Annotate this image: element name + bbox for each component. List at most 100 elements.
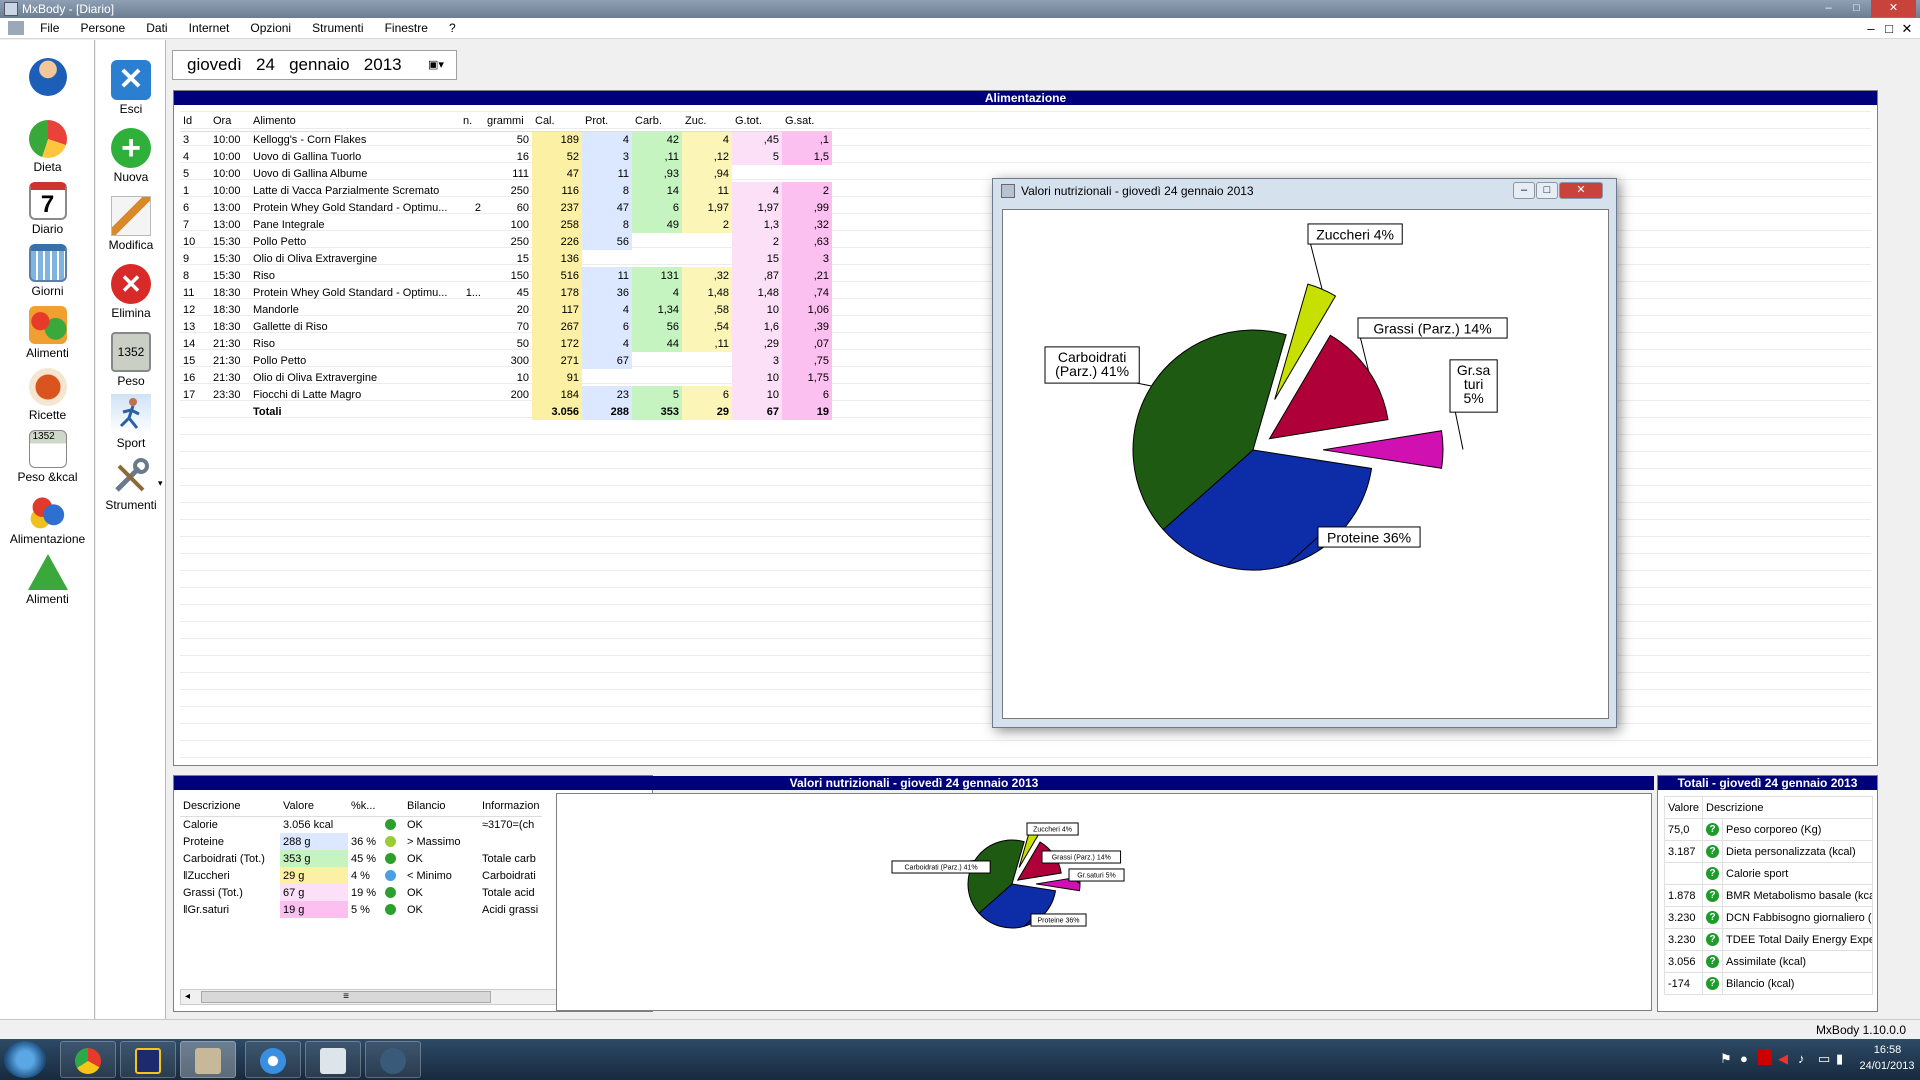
nav-diario[interactable]: 7 Diario	[0, 182, 95, 236]
table-row[interactable]: 4 10:00 Uovo di Gallina Tuorlo 16 52 3,11,12 5…	[180, 148, 832, 165]
help-question-icon[interactable]: ?	[1706, 911, 1719, 924]
table-row[interactable]: Grassi (Tot.) 67 g 19 % OK Totale acid	[180, 884, 542, 901]
table-row[interactable]: 1.878? BMR Metabolismo basale (kcal)	[1664, 884, 1873, 907]
chart-maximize-button[interactable]: □	[1536, 182, 1558, 199]
column-header[interactable]: Informazion	[479, 796, 543, 817]
date-picker[interactable]: giovedì 24 gennaio 2013 ▣▾	[172, 50, 457, 80]
column-header[interactable]: Bilancio	[404, 796, 479, 817]
mdi-minimize-button[interactable]: –	[1862, 18, 1880, 39]
tray-flag-icon[interactable]: ⚑	[1720, 1051, 1732, 1067]
column-header[interactable]: Alimento	[250, 111, 460, 132]
menu-persone[interactable]: Persone	[71, 18, 134, 39]
taskbar-calculator[interactable]	[305, 1041, 361, 1078]
sport-button[interactable]: Sport	[96, 394, 166, 450]
column-header[interactable]: Valore	[1664, 796, 1703, 819]
table-row[interactable]: 17 23:30 Fiocchi di Latte Magro 200 184 23 5 6 1…	[180, 386, 832, 403]
nav-user[interactable]	[0, 58, 95, 98]
column-header[interactable]: G.sat.	[782, 111, 832, 132]
help-question-icon[interactable]: ?	[1706, 845, 1719, 858]
column-header[interactable]: Descrizione	[180, 796, 280, 817]
table-row[interactable]: 3 10:00 Kellogg's - Corn Flakes 50 189 4 42 4,4…	[180, 131, 832, 148]
clock-time[interactable]: 16:58	[1860, 1044, 1915, 1056]
column-header[interactable]: n.	[460, 111, 484, 132]
menu-internet[interactable]: Internet	[180, 18, 239, 39]
table-row[interactable]: 12 18:30 Mandorle 20 117 4 1,34,58 10 1,06	[180, 301, 832, 318]
table-row[interactable]: 6 13:00 Protein Whey Gold Standard - Optim…	[180, 199, 832, 216]
taskbar-chrome[interactable]	[60, 1041, 116, 1078]
nav-alimentazione[interactable]: Alimentazione	[0, 492, 95, 546]
table-row[interactable]: Calorie 3.056 kcal OK ≈3170=(ch	[180, 816, 542, 833]
table-row[interactable]: 14 21:30 Riso 50 172 4 44,11,29,07	[180, 335, 832, 352]
close-button[interactable]: ✕	[1871, 0, 1916, 17]
strumenti-button[interactable]: Strumenti ▾	[96, 456, 166, 512]
mdi-doc-icon[interactable]	[8, 21, 24, 35]
table-row[interactable]: Carboidrati (Tot.) 353 g 45 % OK Totale carb	[180, 850, 542, 867]
help-question-icon[interactable]: ?	[1706, 867, 1719, 880]
taskbar-mxbody[interactable]	[180, 1041, 236, 1078]
esci-button[interactable]: ✕ Esci	[96, 60, 166, 116]
table-row[interactable]: 10 15:30 Pollo Petto 250 226 56 2,63	[180, 233, 832, 250]
nuova-button[interactable]: + Nuova	[96, 128, 166, 184]
column-header[interactable]: Carb.	[632, 111, 682, 132]
help-question-icon[interactable]: ?	[1706, 977, 1719, 990]
column-header[interactable]: Descrizione	[1702, 796, 1873, 819]
maximize-button[interactable]: □	[1843, 0, 1870, 17]
peso-button[interactable]: 1352 Peso	[96, 332, 166, 388]
table-row[interactable]: 3.056? Assimilate (kcal)	[1664, 950, 1873, 973]
table-row[interactable]: 11 18:30 Protein Whey Gold Standard - Opti…	[180, 284, 832, 301]
tray-alert-icon[interactable]: ◀	[1778, 1051, 1788, 1067]
help-question-icon[interactable]: ?	[1706, 955, 1719, 968]
menu-help[interactable]: ?	[440, 18, 465, 39]
nav-dieta[interactable]: Dieta	[0, 120, 95, 174]
scrollbar-thumb[interactable]: ≡	[201, 991, 491, 1003]
menu-opzioni[interactable]: Opzioni	[241, 18, 300, 39]
totals-row[interactable]: Totali 3.056 288 353 29 67 19	[180, 403, 832, 420]
column-header[interactable]	[382, 796, 404, 817]
table-row[interactable]: 15 21:30 Pollo Petto 300 271 67 3,75	[180, 352, 832, 369]
table-row[interactable]: ‖Gr.saturi 19 g5 % OK Acidi grassi	[180, 901, 542, 918]
dropdown-arrow-icon[interactable]: ▾	[158, 478, 163, 489]
table-row[interactable]: 3.187? Dieta personalizzata (kcal)	[1664, 840, 1873, 863]
column-header[interactable]: Prot.	[582, 111, 632, 132]
table-row[interactable]: 75,0? Peso corporeo (Kg)	[1664, 818, 1873, 841]
table-row[interactable]: Proteine 288 g 36 % > Massimo	[180, 833, 542, 850]
mdi-restore-button[interactable]: □	[1880, 18, 1898, 39]
nav-ricette[interactable]: Ricette	[0, 368, 95, 422]
taskbar-app-l[interactable]	[120, 1041, 176, 1078]
column-header[interactable]: Cal.	[532, 111, 582, 132]
help-question-icon[interactable]: ?	[1706, 889, 1719, 902]
minimize-button[interactable]: –	[1815, 0, 1842, 17]
food-table[interactable]: Id Ora Alimento n. grammi Cal. Prot. Carb. Zuc. G…	[180, 111, 832, 420]
column-header[interactable]: G.tot.	[732, 111, 782, 132]
menu-finestre[interactable]: Finestre	[376, 18, 437, 39]
tray-network-icon[interactable]: ●	[1740, 1051, 1748, 1066]
valori-table[interactable]: Descrizione Valore %k... Bilancio Informazio…	[180, 796, 543, 918]
scroll-left-icon[interactable]: ◂	[185, 990, 190, 1004]
column-header[interactable]: Ora	[210, 111, 250, 132]
column-header[interactable]: Zuc.	[682, 111, 732, 132]
tray-power-icon[interactable]: ▮	[1836, 1051, 1843, 1067]
table-row[interactable]: ‖Zuccheri 29 g4 % < Minimo Carboidrati	[180, 867, 542, 884]
table-row[interactable]: 16 21:30 Olio di Oliva Extravergine 10 91 10 1…	[180, 369, 832, 386]
table-row[interactable]: -174? Bilancio (kcal)	[1664, 972, 1873, 995]
table-row[interactable]: 1 10:00 Latte di Vacca Parzialmente Screma…	[180, 182, 832, 199]
mdi-close-button[interactable]: ✕	[1898, 18, 1916, 39]
tray-display-icon[interactable]: ▭	[1818, 1051, 1830, 1067]
nav-alimenti-pyramid[interactable]: Alimenti	[0, 554, 95, 606]
tray-antivirus-icon[interactable]	[1758, 1049, 1772, 1065]
window-titlebar[interactable]: MxBody - [Diario] – □ ✕	[0, 0, 1920, 18]
chart-minimize-button[interactable]: –	[1513, 182, 1535, 199]
taskbar-itunes[interactable]	[245, 1041, 301, 1078]
start-button[interactable]	[4, 1041, 46, 1078]
table-row[interactable]: 13 18:30 Gallette di Riso 70 267 6 56,54 1,6,39	[180, 318, 832, 335]
table-row[interactable]: 8 15:30 Riso 150 516 11 131,32,87,21	[180, 267, 832, 284]
tray-volume-icon[interactable]: ♪	[1798, 1051, 1805, 1066]
elimina-button[interactable]: ✕ Elimina	[96, 264, 166, 320]
help-question-icon[interactable]: ?	[1706, 823, 1719, 836]
nutrition-chart-window[interactable]: Valori nutrizionali - giovedì 24 gennaio…	[992, 178, 1617, 728]
menu-strumenti[interactable]: Strumenti	[303, 18, 372, 39]
taskbar-media[interactable]	[365, 1041, 421, 1078]
table-row[interactable]: ? Calorie sport	[1664, 862, 1873, 885]
nav-giorni[interactable]: Giorni	[0, 244, 95, 298]
column-header[interactable]: Valore	[280, 796, 348, 817]
